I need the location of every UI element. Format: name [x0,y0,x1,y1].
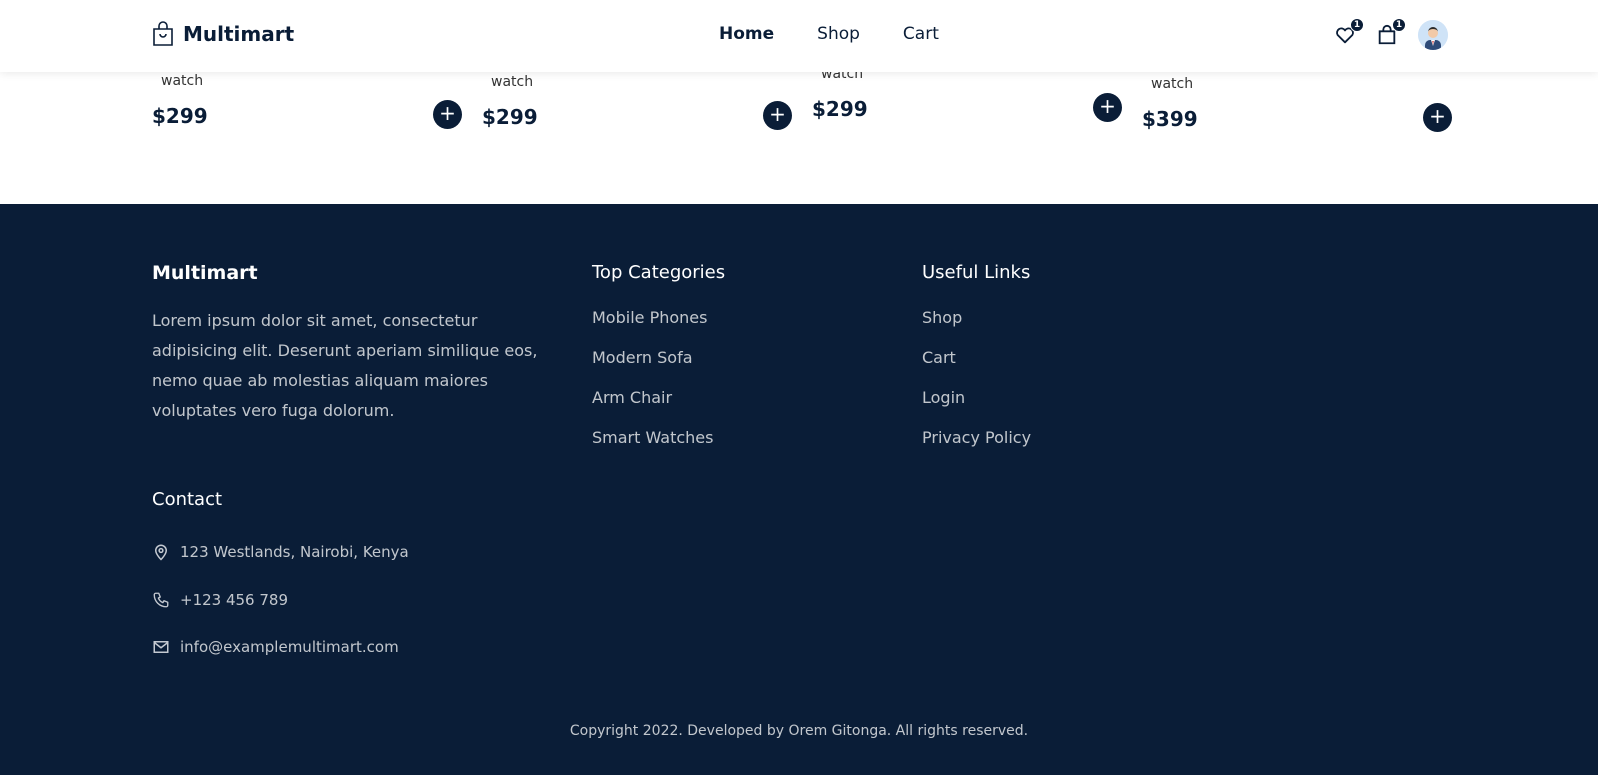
shopping-bag-logo-icon [153,21,173,46]
product-price: $399 [1142,107,1198,131]
contact-phone-text: +123 456 789 [180,591,288,609]
category-link-smart-watches[interactable]: Smart Watches [592,428,713,447]
nav-home[interactable]: Home [719,24,774,44]
add-to-cart-button[interactable]: + [1423,103,1452,132]
map-pin-icon [154,544,168,561]
product-category: watch [1151,76,1194,92]
product-category: watch [491,74,534,90]
product-price: $299 [812,97,868,121]
user-avatar-icon [1418,20,1448,50]
top-categories-heading: Top Categories [592,262,726,283]
add-to-cart-button[interactable]: + [763,101,792,130]
add-to-cart-button[interactable]: + [1093,93,1122,122]
category-link-modern-sofa[interactable]: Modern Sofa [592,348,693,367]
header-actions: 1 1 [1334,18,1448,50]
footer-description: Lorem ipsum dolor sit amet, consectetur … [152,311,538,420]
cart-button[interactable]: 1 [1376,18,1406,46]
phone-icon [153,592,169,608]
contact-address-text: 123 Westlands, Nairobi, Kenya [180,543,409,561]
product-price: $299 [152,104,208,128]
product-price: $299 [482,105,538,129]
cart-count-badge: 1 [1392,18,1406,32]
contact-phone: +123 456 789 [152,591,288,609]
wishlist-button[interactable]: 1 [1334,18,1364,46]
footer-link-privacy-policy[interactable]: Privacy Policy [922,428,1031,447]
footer-brand: Multimart [152,262,258,284]
add-to-cart-button[interactable]: + [433,100,462,129]
brand-name: Multimart [183,22,295,46]
footer-link-shop[interactable]: Shop [922,308,962,327]
product-list: watch $299 + watch $299 + watch $299 + w… [0,66,1598,204]
site-header: Multimart Home Shop Cart 1 1 [0,0,1598,72]
nav-shop[interactable]: Shop [817,24,860,44]
contact-heading: Contact [152,489,223,510]
wishlist-count-badge: 1 [1350,18,1364,32]
category-link-mobile-phones[interactable]: Mobile Phones [592,308,707,327]
nav-cart[interactable]: Cart [903,24,939,44]
contact-email-text: info@examplemultimart.com [180,638,399,656]
product-category: watch [161,73,204,89]
main-nav: Home Shop Cart [719,24,939,44]
site-footer: Multimart Lorem ipsum dolor sit amet, co… [0,204,1598,775]
copyright-text: Copyright 2022. Developed by Orem Gitong… [569,723,1029,739]
contact-address: 123 Westlands, Nairobi, Kenya [152,543,409,561]
category-link-arm-chair[interactable]: Arm Chair [592,388,672,407]
footer-link-login[interactable]: Login [922,388,965,407]
footer-link-cart[interactable]: Cart [922,348,956,367]
user-avatar[interactable] [1418,20,1448,50]
mail-icon [153,641,169,653]
contact-email: info@examplemultimart.com [152,638,399,656]
useful-links-heading: Useful Links [922,262,1031,283]
brand-logo[interactable]: Multimart [152,21,294,47]
